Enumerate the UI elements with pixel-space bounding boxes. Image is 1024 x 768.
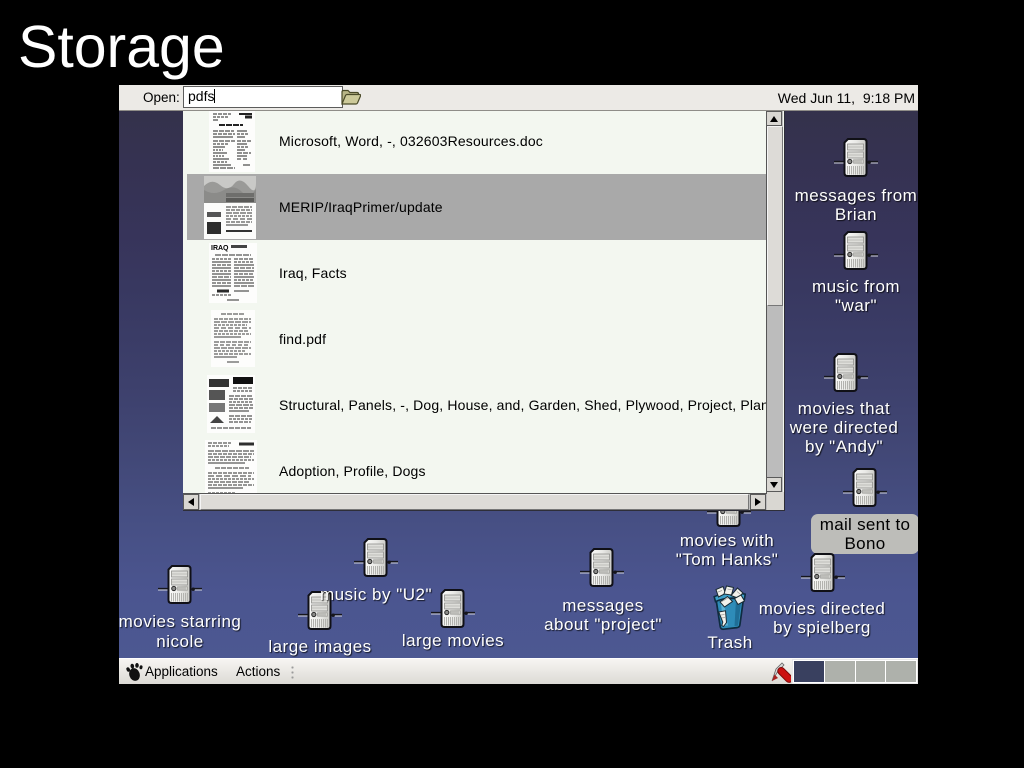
svg-text:IRAQ: IRAQ	[211, 245, 229, 252]
